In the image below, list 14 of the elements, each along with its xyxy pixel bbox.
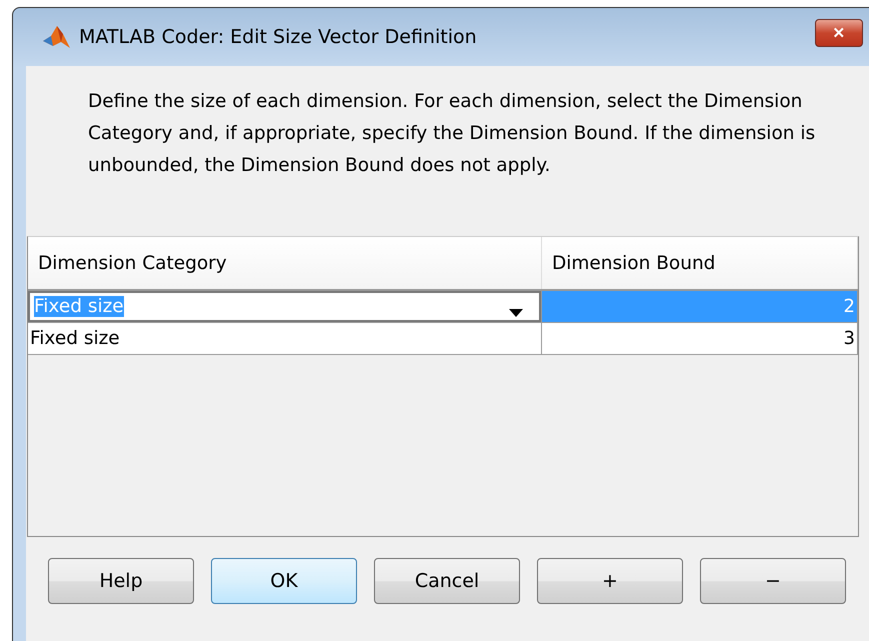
dialog-button[interactable]: Cancel (374, 558, 520, 604)
dialog-button[interactable]: − (700, 558, 846, 604)
table-cell[interactable]: 3 (542, 323, 858, 354)
dialog-button[interactable]: + (537, 558, 683, 604)
column-header[interactable]: Dimension Category (28, 237, 542, 289)
column-header[interactable]: Dimension Bound (542, 237, 858, 289)
dialog-button[interactable]: Help (48, 558, 194, 604)
window-title: MATLAB Coder: Edit Size Vector Definition (79, 26, 478, 48)
close-button[interactable]: ✕ (815, 19, 863, 47)
caret-icon (509, 308, 523, 316)
instructions-text: Define the size of each dimension. For each dimension, select the Dimension Category and, if appropriate, specify the Dimension Bound. If the dimension is unbounded, the Dimension Bound does not apply. (88, 90, 816, 178)
logo-icon (41, 24, 71, 50)
dialog-button[interactable]: OK (211, 558, 357, 604)
table-cell[interactable]: Fixed size (28, 323, 542, 354)
